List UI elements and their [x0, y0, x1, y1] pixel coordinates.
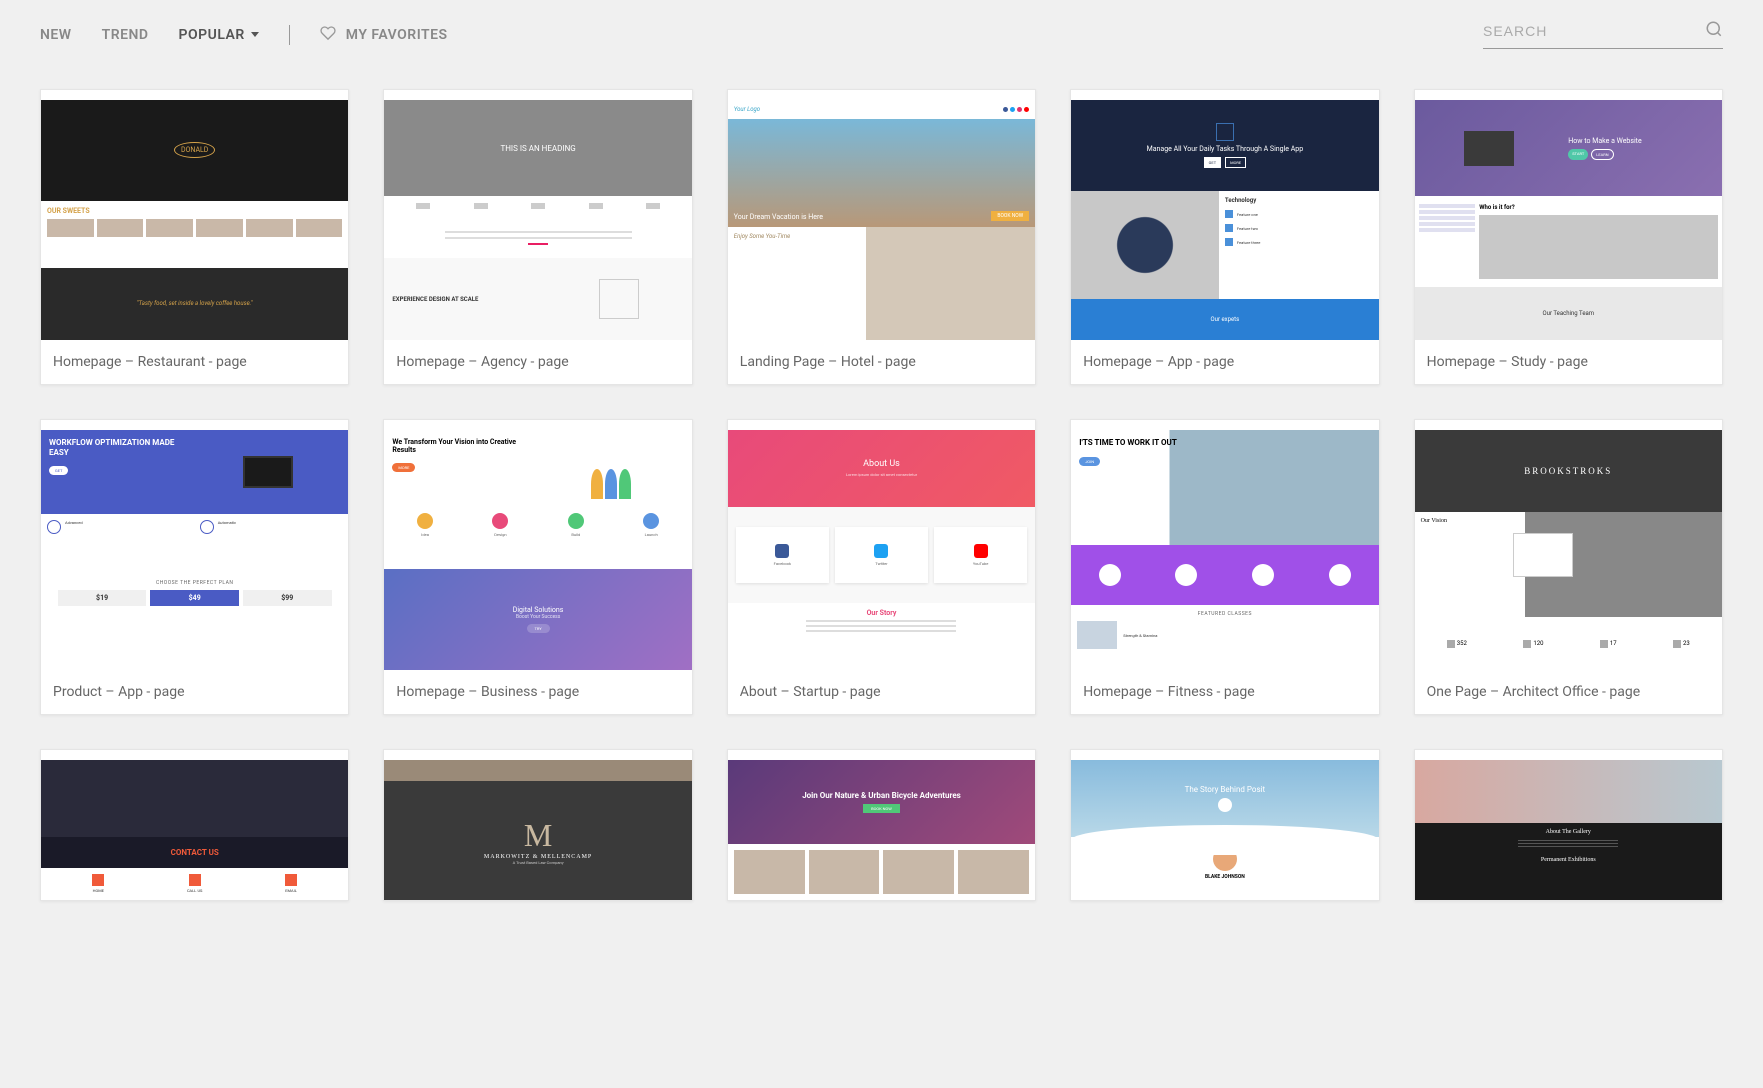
template-card[interactable]: We Transform Your Vision into Creative R… — [383, 419, 692, 715]
template-thumbnail: CONTACT US HOME CALL US EMAIL — [41, 760, 348, 900]
template-card[interactable]: Your Logo Your Dream Vacation is Here BO… — [727, 89, 1036, 385]
template-title: Homepage – Study - page — [1415, 340, 1722, 384]
template-title: About – Startup - page — [728, 670, 1035, 714]
template-thumbnail: I'TS TIME TO WORK IT OUTJOIN FEATURED CL… — [1071, 430, 1378, 670]
template-title: Homepage – Agency - page — [384, 340, 691, 384]
search-input[interactable] — [1483, 23, 1705, 39]
template-card[interactable]: The Story Behind Posit BLAKE JOHNSON — [1070, 749, 1379, 901]
template-card[interactable]: DONALD OUR SWEETS "Tasty food, set insid… — [40, 89, 349, 385]
template-card[interactable]: WORKFLOW OPTIMIZATION MADE EASYGET Advan… — [40, 419, 349, 715]
template-card[interactable]: Manage All Your Daily Tasks Through A Si… — [1070, 89, 1379, 385]
filter-header: NEW TREND POPULAR MY FAVORITES — [0, 0, 1763, 69]
template-card[interactable]: BROOKSTROKS Our Vision 352 120 17 23 One… — [1414, 419, 1723, 715]
template-thumbnail: M MARKOWITZ & MELLENCAMP A Trust Based L… — [384, 760, 691, 900]
template-card[interactable]: M MARKOWITZ & MELLENCAMP A Trust Based L… — [383, 749, 692, 901]
template-title: Landing Page – Hotel - page — [728, 340, 1035, 384]
template-thumbnail: WORKFLOW OPTIMIZATION MADE EASYGET Advan… — [41, 430, 348, 670]
template-thumbnail: BROOKSTROKS Our Vision 352 120 17 23 — [1415, 430, 1722, 670]
template-card[interactable]: THIS IS AN HEADING EXPERIENCE DESIGN AT … — [383, 89, 692, 385]
template-thumbnail: About Us Lorem ipsum dolor sit amet cons… — [728, 430, 1035, 670]
tab-favorites[interactable]: MY FAVORITES — [320, 25, 448, 45]
template-title: Homepage – Restaurant - page — [41, 340, 348, 384]
template-title: Homepage – Business - page — [384, 670, 691, 714]
template-thumbnail: Join Our Nature & Urban Bicycle Adventur… — [728, 760, 1035, 900]
template-thumbnail: Your Logo Your Dream Vacation is Here BO… — [728, 100, 1035, 340]
template-thumbnail: DONALD OUR SWEETS "Tasty food, set insid… — [41, 100, 348, 340]
template-title: Product – App - page — [41, 670, 348, 714]
divider — [289, 25, 290, 45]
nav-tabs: NEW TREND POPULAR MY FAVORITES — [40, 25, 448, 45]
template-thumbnail: THIS IS AN HEADING EXPERIENCE DESIGN AT … — [384, 100, 691, 340]
template-thumbnail: Manage All Your Daily Tasks Through A Si… — [1071, 100, 1378, 340]
heart-icon — [320, 25, 336, 45]
template-title: One Page – Architect Office - page — [1415, 670, 1722, 714]
template-grid: DONALD OUR SWEETS "Tasty food, set insid… — [0, 69, 1763, 921]
template-card[interactable]: About The Gallery Permanent Exhibitions — [1414, 749, 1723, 901]
tab-trend[interactable]: TREND — [102, 27, 149, 43]
tab-popular-label: POPULAR — [179, 27, 245, 43]
chevron-down-icon — [251, 32, 259, 37]
template-card[interactable]: Join Our Nature & Urban Bicycle Adventur… — [727, 749, 1036, 901]
template-thumbnail: About The Gallery Permanent Exhibitions — [1415, 760, 1722, 900]
template-thumbnail: We Transform Your Vision into Creative R… — [384, 430, 691, 670]
template-card[interactable]: CONTACT US HOME CALL US EMAIL — [40, 749, 349, 901]
search-field[interactable] — [1483, 20, 1723, 49]
template-card[interactable]: How to Make a Website STARTLEARN Who is … — [1414, 89, 1723, 385]
tab-new[interactable]: NEW — [40, 27, 72, 43]
template-card[interactable]: About Us Lorem ipsum dolor sit amet cons… — [727, 419, 1036, 715]
favorites-label: MY FAVORITES — [346, 27, 448, 43]
template-title: Homepage – App - page — [1071, 340, 1378, 384]
template-title: Homepage – Fitness - page — [1071, 670, 1378, 714]
tab-popular[interactable]: POPULAR — [179, 27, 259, 43]
template-thumbnail: The Story Behind Posit BLAKE JOHNSON — [1071, 760, 1378, 900]
template-card[interactable]: I'TS TIME TO WORK IT OUTJOIN FEATURED CL… — [1070, 419, 1379, 715]
template-thumbnail: How to Make a Website STARTLEARN Who is … — [1415, 100, 1722, 340]
search-icon — [1705, 20, 1723, 42]
